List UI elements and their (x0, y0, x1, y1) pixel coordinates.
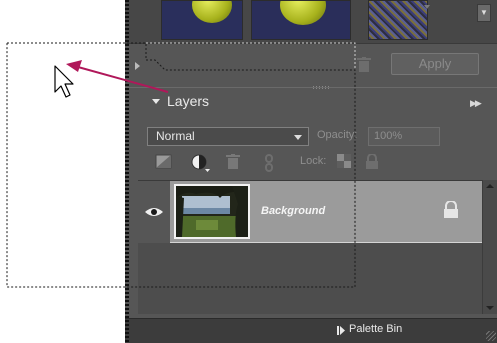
resize-grip-icon[interactable] (486, 331, 496, 341)
filter-thumbnails-strip: ▼ (125, 0, 497, 44)
filter-thumbnail[interactable] (368, 0, 428, 40)
panel-bin: ▼ Apply Layers ▶▶ Normal Opacity: 100% L… (125, 0, 497, 343)
lock-transparency-icon[interactable] (337, 154, 351, 168)
lock-all-icon[interactable] (365, 154, 379, 170)
blend-mode-select[interactable]: Normal (147, 127, 309, 146)
opacity-value: 100% (374, 130, 403, 142)
lock-icon (444, 201, 458, 218)
palette-bin-button[interactable]: Palette Bin (349, 323, 402, 335)
opacity-field[interactable]: 100% (368, 127, 440, 146)
opacity-label: Opacity: (317, 129, 358, 141)
filter-thumbnail[interactable] (251, 0, 351, 40)
adjustment-layer-icon[interactable] (191, 154, 211, 172)
chevron-down-icon (294, 135, 302, 140)
scroll-down-icon[interactable] (486, 306, 494, 310)
trash-icon[interactable] (226, 154, 240, 170)
layer-thumbnail (174, 184, 250, 239)
new-layer-icon[interactable] (155, 154, 173, 170)
collapse-triangle-icon[interactable] (152, 99, 160, 104)
filter-thumbnail[interactable] (161, 0, 243, 40)
layer-list: Background (138, 180, 482, 314)
thumbnail-menu-button[interactable]: ▼ (477, 4, 491, 22)
panel-bin-edge (125, 0, 129, 343)
layer-list-scrollbar[interactable] (482, 180, 497, 314)
palette-bin-bar: Palette Bin (125, 318, 497, 343)
chevron-down-icon[interactable] (424, 5, 430, 9)
panel-menu-icon[interactable]: ▶▶ (470, 98, 482, 109)
blend-mode-value: Normal (156, 129, 195, 143)
pointer-cursor-icon (54, 65, 74, 98)
filter-apply-row: Apply (125, 47, 497, 85)
layer-row[interactable]: Background (138, 181, 482, 243)
visibility-toggle[interactable] (138, 181, 170, 243)
layers-panel-header[interactable]: Layers ▶▶ (125, 87, 497, 113)
palette-bin-icon[interactable] (337, 326, 345, 335)
eye-icon (145, 208, 163, 216)
layer-name[interactable]: Background (261, 205, 325, 217)
apply-button[interactable]: Apply (391, 53, 479, 75)
layers-panel-title: Layers (167, 93, 210, 109)
lock-label: Lock: (300, 155, 327, 167)
scroll-up-icon[interactable] (486, 184, 494, 188)
link-icon[interactable] (264, 154, 274, 172)
trash-icon[interactable] (357, 57, 371, 73)
